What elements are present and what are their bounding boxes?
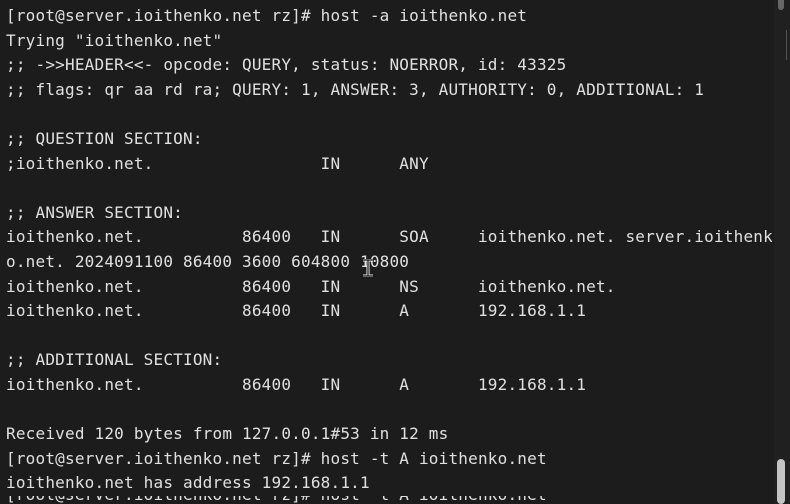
terminal-output[interactable]: [root@server.ioithenko.net rz]# host -a … — [6, 4, 772, 504]
text-cursor-icon — [363, 259, 373, 277]
terminal-line: ;; ANSWER SECTION: — [6, 202, 183, 222]
terminal-line: Received 120 bytes from 127.0.0.1#53 in … — [6, 424, 449, 444]
terminal-line: ioithenko.net has address 192.168.1.1 — [6, 473, 370, 493]
terminal-line-partial: [root@server.ioithenko.net rz]# host -t … — [6, 496, 772, 504]
vertical-scrollbar[interactable] — [774, 0, 790, 504]
terminal-line: ioithenko.net. 86400 IN A 192.168.1.1 — [6, 374, 587, 394]
scroll-track — [786, 30, 787, 60]
scroll-thumb[interactable] — [777, 459, 785, 504]
terminal-line: ;; QUESTION SECTION: — [6, 128, 203, 148]
terminal-line: ;; flags: qr aa rd ra; QUERY: 1, ANSWER:… — [6, 79, 705, 99]
terminal-line: ioithenko.net. 86400 IN SOA ioithenko.ne… — [6, 227, 772, 247]
terminal-line: ;; ->>HEADER<<- opcode: QUERY, status: N… — [6, 55, 567, 75]
terminal-line: [root@server.ioithenko.net rz]# host -t … — [6, 448, 547, 468]
terminal-line: o.net. 2024091100 86400 3600 604800 1080… — [6, 251, 410, 271]
terminal-window[interactable]: [root@server.ioithenko.net rz]# host -a … — [0, 0, 790, 504]
terminal-line-partial-text: [root@server.ioithenko.net rz]# host -t … — [6, 496, 547, 504]
terminal-line: ioithenko.net. 86400 IN NS ioithenko.net… — [6, 276, 616, 296]
terminal-line: ioithenko.net. 86400 IN A 192.168.1.1 — [6, 301, 587, 321]
terminal-line: [root@server.ioithenko.net rz]# host -a … — [6, 6, 528, 25]
terminal-line: Trying "ioithenko.net" — [6, 30, 223, 50]
terminal-line: ;ioithenko.net. IN ANY — [6, 153, 429, 173]
scroll-arrow-up-icon[interactable] — [778, 0, 784, 10]
terminal-line: ;; ADDITIONAL SECTION: — [6, 350, 223, 370]
